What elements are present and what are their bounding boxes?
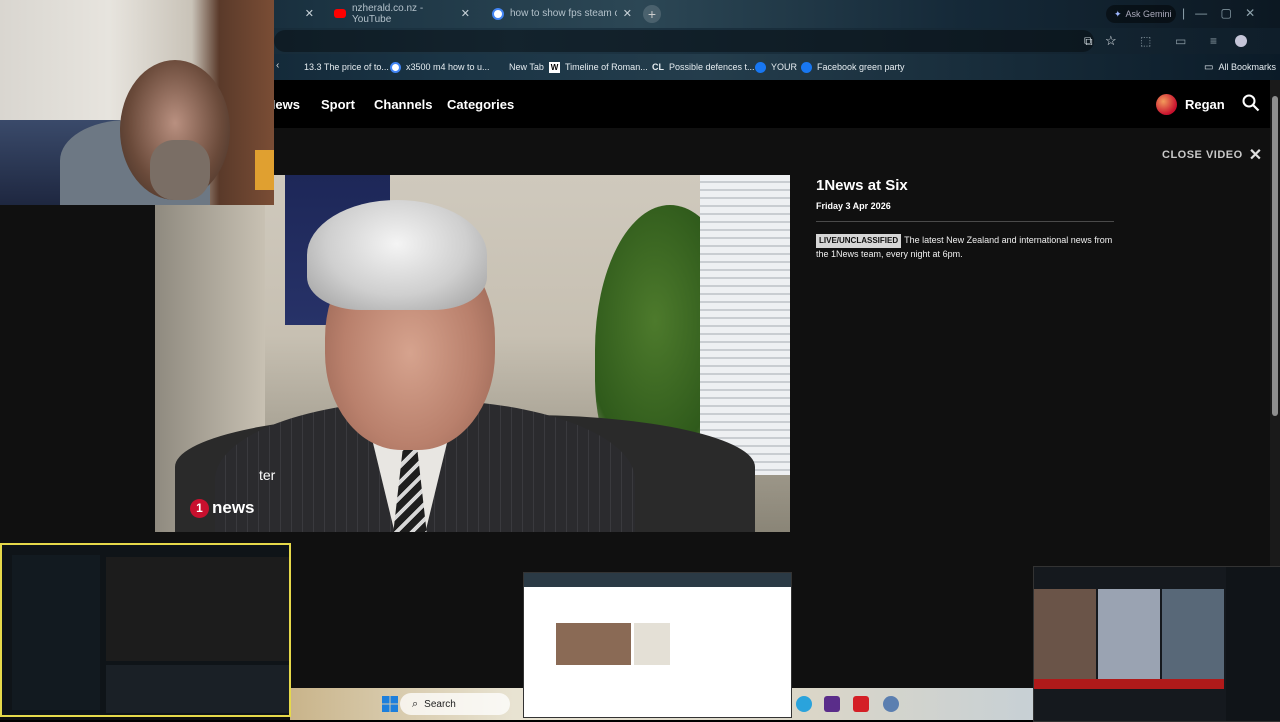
window-controls[interactable]: | — ▢ ✕ [1182,6,1255,20]
close-video-button[interactable]: CLOSE VIDEO ✕ [1162,145,1263,165]
taskbar-search[interactable]: ⌕ Search [400,693,510,715]
bookmark-label: Facebook green party [817,62,905,72]
side-panel-icon[interactable]: ▭ [1175,34,1186,48]
video-frame-hair [307,200,487,310]
nav-sport[interactable]: Sport [321,97,355,112]
bookmark-item[interactable]: Facebook green party [801,58,905,76]
close-video-label: CLOSE VIDEO [1162,149,1243,161]
all-bookmarks-button[interactable]: ▭ All Bookmarks [1204,58,1276,76]
bookmark-label: New Tab [509,62,544,72]
chevron-left-icon[interactable]: ‹ [276,60,279,71]
wikipedia-icon: W [549,61,560,73]
news-ticker [1034,679,1224,689]
channel-logo-text: news [212,498,255,517]
bookmark-item[interactable]: YOUR [755,58,797,76]
news-panel-thumbnail [1033,566,1280,722]
browser-tab[interactable]: how to show fps steam cs2 - G ✕ [484,3,640,24]
bookmark-label: x3500 m4 how to u... [406,62,490,72]
channel-logo: 1 news [190,498,255,518]
program-date: Friday 3 Apr 2026 [816,201,891,211]
panelist-center [1098,589,1160,679]
install-app-icon[interactable]: ⧉ [1084,34,1093,49]
channel-logo-mark: 1 [190,498,209,518]
bookmark-item[interactable]: 13.3 The price of to... [304,58,389,76]
close-tab-icon[interactable]: ✕ [623,7,632,20]
browser-tab[interactable]: nzherald.co.nz - YouTube ✕ [326,2,478,25]
panelist-right [1162,589,1224,679]
bookmark-label: Possible defences t... [669,62,755,72]
bookmark-item[interactable]: W Timeline of Roman... [549,58,648,76]
browser-tab[interactable]: ✕ [274,3,322,24]
search-results-thumbnail [523,572,792,718]
flash-app-icon[interactable] [853,696,869,712]
taskbar-search-label: Search [424,698,456,710]
bookmark-item[interactable]: x3500 m4 how to u... [390,58,490,76]
tab-title: how to show fps steam cs2 - G [510,8,617,19]
classification-badge: LIVE/UNCLASSIFIED [816,234,902,248]
program-description: LIVE/UNCLASSIFIED The latest New Zealand … [816,234,1116,260]
webcam-object [255,150,274,190]
nav-channels[interactable]: Channels [374,97,433,112]
windows-start-icon[interactable] [382,696,398,717]
user-avatar[interactable] [1156,94,1177,115]
webcam-overlay [0,0,274,205]
bookmark-label: 13.3 The price of to... [304,62,389,72]
page-scrollbar[interactable] [1270,80,1280,640]
search-icon[interactable] [1242,94,1260,117]
facebook-icon [755,61,766,73]
divider [816,221,1114,222]
chat-panel [12,555,100,710]
webcam-person-beard [150,140,210,200]
close-tab-icon[interactable]: ✕ [461,7,470,20]
thumbnail-chat [1226,567,1280,721]
thumbnail-image [556,623,631,665]
extensions-icon[interactable]: ⬚ [1140,34,1151,48]
video-subtitle: ter [259,467,276,483]
ask-gemini-button[interactable]: ✦ Ask Gemini [1106,5,1176,23]
obs-preview-thumbnail [0,543,291,717]
google-icon [390,61,401,73]
user-name[interactable]: Regan [1185,97,1225,112]
app-icon[interactable] [824,696,840,712]
profile-avatar[interactable] [1235,35,1247,47]
downloads-icon[interactable]: ≡ [1210,34,1217,48]
cl-icon: CL [652,62,664,72]
bookmark-item[interactable]: New Tab [509,58,544,76]
facebook-icon [801,61,812,73]
preview-controls [106,665,289,713]
bookmark-item[interactable]: CL Possible defences t... [652,58,755,76]
folder-icon: ▭ [1204,61,1214,73]
close-tab-icon[interactable]: ✕ [305,7,314,20]
all-bookmarks-label: All Bookmarks [1218,62,1276,72]
bookmark-label: Timeline of Roman... [565,62,648,72]
address-bar[interactable] [274,30,1094,52]
nav-categories[interactable]: Categories [447,97,514,112]
youtube-icon [334,9,346,18]
program-title: 1News at Six [816,177,908,194]
thumbnail-browser-bar [524,573,791,587]
sparkle-icon: ✦ [1114,8,1122,19]
close-icon: ✕ [1248,147,1263,164]
tab-title: nzherald.co.nz - YouTube [352,2,424,25]
settings-icon[interactable] [883,696,899,712]
panelist-left [1034,589,1096,679]
search-icon: ⌕ [412,697,419,710]
video-player[interactable]: ter 1 news [155,175,790,532]
google-icon [492,7,504,20]
new-tab-button[interactable]: + [643,5,661,23]
bookmark-label: YOUR [771,62,798,72]
scrollbar-thumb[interactable] [1272,96,1278,416]
video-frame-window-blind [700,175,790,475]
ask-gemini-label: Ask Gemini [1125,9,1172,19]
bookmark-star-icon[interactable]: ☆ [1105,33,1117,49]
preview-video [106,557,289,661]
telegram-icon[interactable] [796,696,812,712]
thumbnail-map [634,623,670,665]
